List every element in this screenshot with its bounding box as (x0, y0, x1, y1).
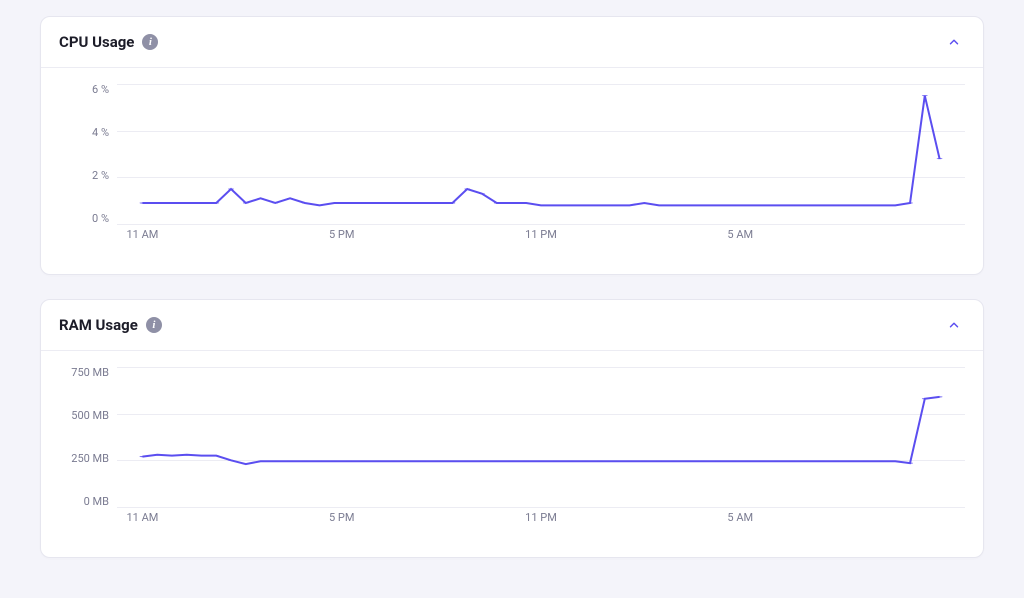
chevron-up-icon (947, 35, 961, 49)
y-axis: 6 % 4 % 2 % 0 % (59, 84, 117, 224)
ram-usage-panel: RAM Usage i 750 MB 500 MB 250 MB 0 MB 11 AM… (40, 299, 984, 558)
y-tick: 6 % (92, 84, 109, 95)
x-tick: 11 AM (127, 228, 159, 241)
x-tick: 11 PM (525, 511, 557, 524)
x-tick: 11 PM (525, 228, 557, 241)
x-tick: 5 AM (727, 228, 753, 241)
panel-header: CPU Usage i (41, 17, 983, 68)
chart: 6 % 4 % 2 % 0 % 11 AM 5 PM 11 PM 5 AM (59, 84, 965, 254)
y-tick: 0 MB (84, 496, 109, 507)
info-icon[interactable]: i (146, 317, 162, 333)
x-tick: 5 PM (329, 228, 354, 241)
x-tick: 11 AM (127, 511, 159, 524)
x-tick: 5 PM (329, 511, 354, 524)
y-tick: 4 % (92, 127, 109, 138)
x-axis: 11 AM 5 PM 11 PM 5 AM (117, 511, 965, 531)
y-tick: 500 MB (71, 410, 109, 421)
chart: 750 MB 500 MB 250 MB 0 MB 11 AM 5 PM 11 PM 5 A… (59, 367, 965, 537)
panel-body: 750 MB 500 MB 250 MB 0 MB 11 AM 5 PM 11 PM 5 A… (41, 351, 983, 557)
cpu-usage-panel: CPU Usage i 6 % 4 % 2 % 0 % 11 AM 5 PM 11 PM 5… (40, 16, 984, 275)
collapse-button[interactable] (943, 314, 965, 336)
panel-header: RAM Usage i (41, 300, 983, 351)
panel-body: 6 % 4 % 2 % 0 % 11 AM 5 PM 11 PM 5 AM (41, 68, 983, 274)
x-axis: 11 AM 5 PM 11 PM 5 AM (117, 228, 965, 248)
plot-area (117, 367, 965, 507)
panel-title: CPU Usage (59, 33, 134, 51)
collapse-button[interactable] (943, 31, 965, 53)
panel-title: RAM Usage (59, 316, 138, 334)
y-tick: 2 % (92, 170, 109, 181)
chevron-up-icon (947, 318, 961, 332)
x-tick: 5 AM (727, 511, 753, 524)
y-axis: 750 MB 500 MB 250 MB 0 MB (59, 367, 117, 507)
y-tick: 250 MB (71, 453, 109, 464)
y-tick: 750 MB (71, 367, 109, 378)
info-icon[interactable]: i (142, 34, 158, 50)
y-tick: 0 % (92, 213, 109, 224)
plot-area (117, 84, 965, 224)
